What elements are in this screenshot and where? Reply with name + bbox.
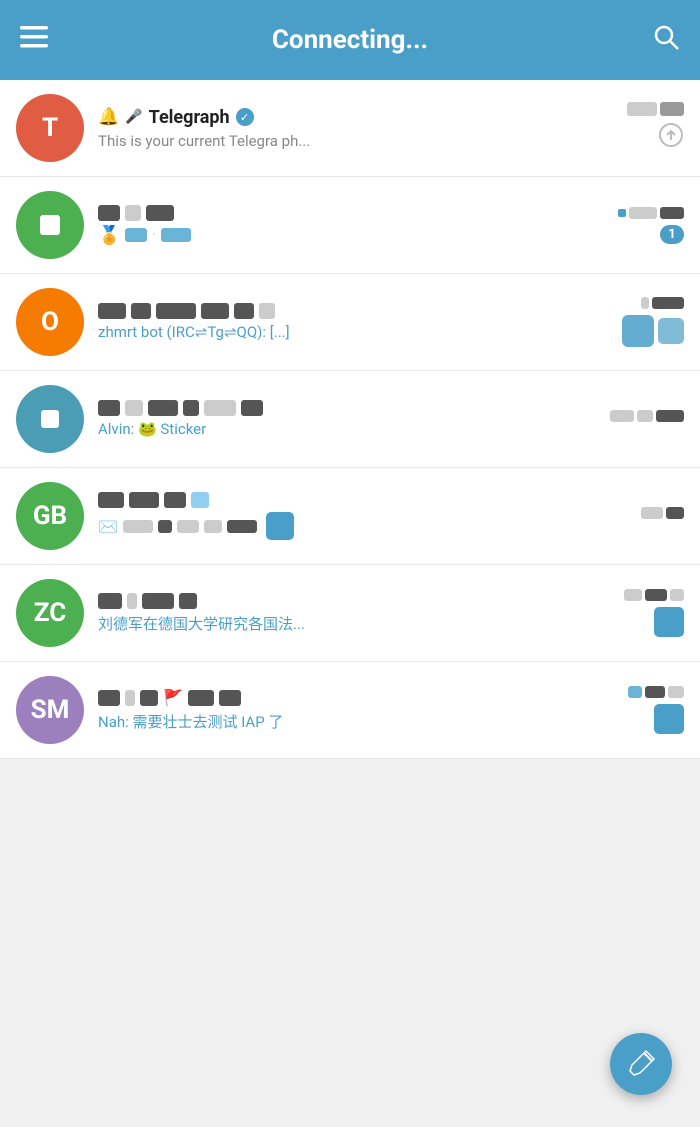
verified-badge: ✓ [236, 108, 254, 126]
chat-name-row [98, 205, 606, 221]
chat-name: Telegraph [149, 107, 230, 128]
search-icon[interactable] [652, 23, 680, 57]
list-item[interactable]: 🏅 · 1 [0, 177, 700, 274]
chat-info: 🏅 · [98, 205, 606, 246]
chat-info: 🚩 Nah: 需要壮士去测试 IAP 了 [98, 688, 606, 732]
chat-meta: 1 [614, 207, 684, 244]
chat-preview: Alvin: 🐸 Sticker [98, 420, 602, 438]
avatar: O [16, 288, 84, 356]
chat-name-row: 🔔 🎤 Telegraph ✓ [98, 107, 606, 128]
avatar: T [16, 94, 84, 162]
list-item[interactable]: ZC 刘德军在德国大学研究各国法... [0, 565, 700, 662]
chat-badge: 1 [660, 225, 684, 244]
list-item[interactable]: Alvin: 🐸 Sticker [0, 371, 700, 468]
avatar: ZC [16, 579, 84, 647]
menu-icon[interactable] [20, 26, 48, 54]
chat-meta [614, 297, 684, 347]
chat-preview: 刘德军在德国大学研究各国法... [98, 613, 606, 634]
chat-preview: zhmrt bot (IRC⇌Tg⇌QQ): [...] [98, 323, 606, 341]
chat-preview: ✉️ [98, 512, 606, 540]
list-item[interactable]: O zhmrt bot (IRC⇌Tg⇌QQ): [...] [0, 274, 700, 371]
chat-name-row: 🚩 [98, 688, 606, 707]
chat-meta [610, 410, 684, 428]
chat-meta [614, 589, 684, 637]
list-item[interactable]: SM 🚩 Nah: 需要壮士去测试 IAP 了 [0, 662, 700, 759]
list-item[interactable]: T 🔔 🎤 Telegraph ✓ This is your current T… [0, 80, 700, 177]
chat-name-row [98, 303, 606, 319]
chat-name-row [98, 593, 606, 609]
chat-info: zhmrt bot (IRC⇌Tg⇌QQ): [...] [98, 303, 606, 341]
mute-icon: 🎤 [125, 109, 142, 125]
send-icon [658, 122, 684, 154]
list-item[interactable]: GB ✉️ [0, 468, 700, 565]
chat-info: 🔔 🎤 Telegraph ✓ This is your current Tel… [98, 107, 606, 150]
chat-preview: This is your current Telegra ph... [98, 132, 606, 150]
avatar [16, 191, 84, 259]
avatar [16, 385, 84, 453]
chat-name-row [98, 400, 602, 416]
avatar: GB [16, 482, 84, 550]
chat-meta [614, 507, 684, 525]
compose-fab[interactable] [610, 1033, 672, 1095]
chat-info: ✉️ [98, 492, 606, 540]
chat-info: 刘德军在德国大学研究各国法... [98, 593, 606, 634]
chat-list: T 🔔 🎤 Telegraph ✓ This is your current T… [0, 80, 700, 759]
chat-meta [614, 686, 684, 734]
chat-preview: 🏅 · [98, 225, 606, 246]
header: Connecting... [0, 0, 700, 80]
header-title: Connecting... [48, 25, 652, 55]
chat-name-row [98, 492, 606, 508]
avatar: SM [16, 676, 84, 744]
chat-preview: Nah: 需要壮士去测试 IAP 了 [98, 711, 606, 732]
notification-icon: 🔔 [98, 107, 119, 127]
chat-info: Alvin: 🐸 Sticker [98, 400, 602, 438]
chat-meta [614, 102, 684, 154]
